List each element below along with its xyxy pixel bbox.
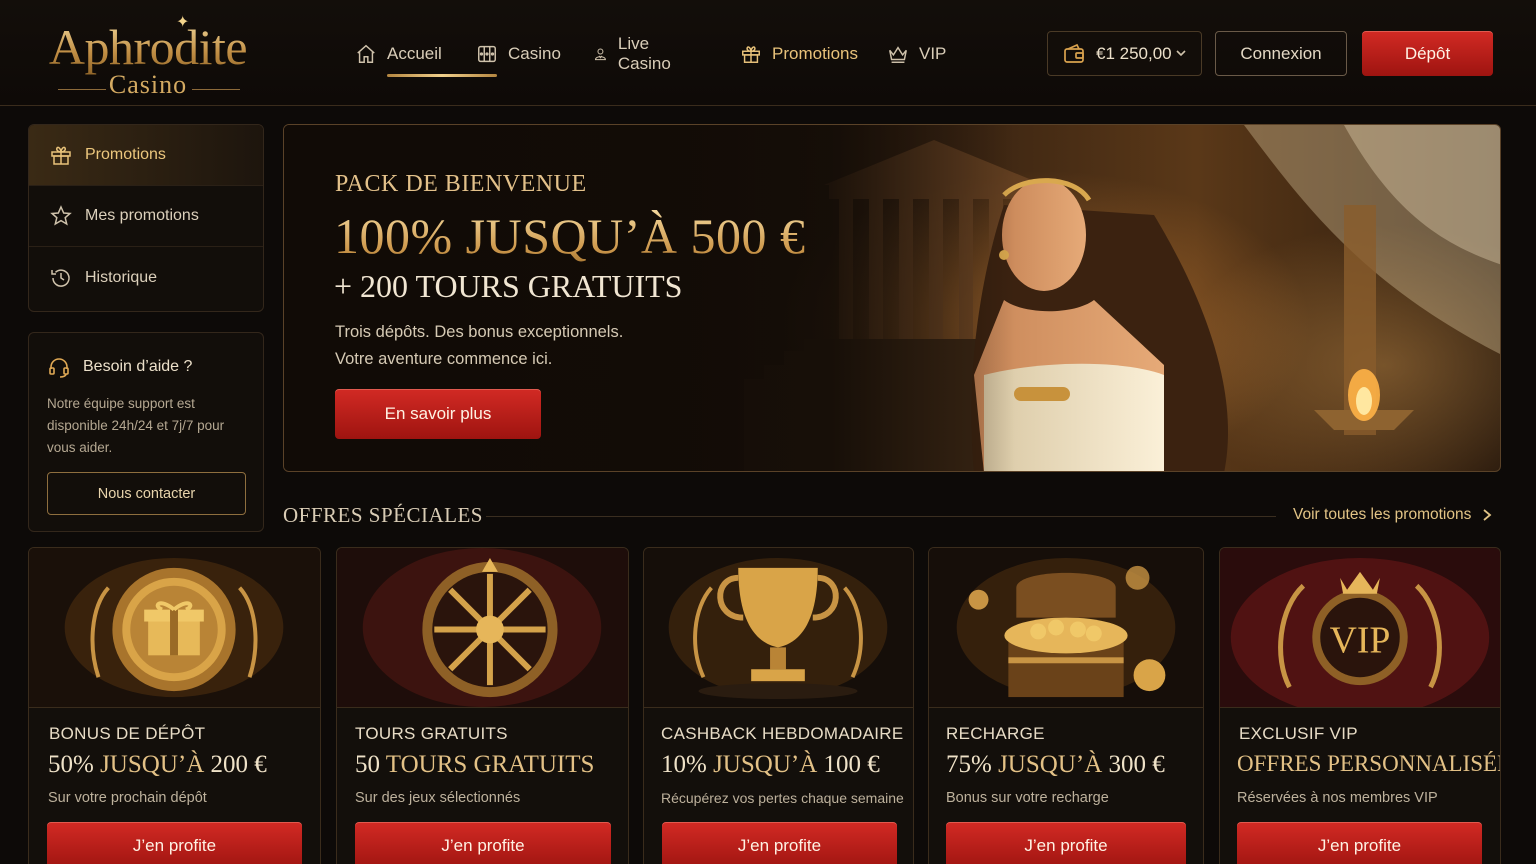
contact-button[interactable]: Nous contacter (47, 472, 246, 515)
gift-icon (742, 46, 760, 63)
offer-value: 10% JUSQU’À 100 € (661, 751, 880, 778)
nav-item-live-casino[interactable]: Live Casino (593, 34, 678, 74)
brand-subtitle: Casino (108, 70, 188, 99)
wallet-balance[interactable]: €1 250,00 (1047, 31, 1202, 76)
offer-value: 75% JUSQU’À 300 € (946, 751, 1165, 778)
offer-label: TOURS GRATUITS (355, 724, 508, 743)
headset-icon (49, 358, 69, 378)
slot-machine-icon (478, 45, 496, 63)
banner-eyebrow: PACK DE BIENVENUE (335, 171, 587, 197)
claim-offer-button[interactable]: J’en profite (47, 822, 302, 864)
claim-offer-button[interactable]: J’en profite (662, 822, 897, 864)
help-panel: Besoin d’aide ? Notre équipe support est… (28, 332, 264, 532)
offer-description: Récupérez vos pertes chaque semaine (661, 790, 904, 806)
top-header: ✦ Aphrodite Casino Accueil Casino Live C… (0, 0, 1536, 106)
offer-card-deposit-bonus: BONUS DE DÉPÔT 50% JUSQU’À 200 € Sur vot… (28, 547, 321, 864)
learn-more-button[interactable]: En savoir plus (335, 389, 541, 439)
section-title: OFFRES SPÉCIALES (283, 503, 483, 527)
logo-divider (192, 89, 240, 90)
balance-amount: €1 250,00 (1096, 43, 1172, 63)
gift-medallion-icon (29, 548, 320, 708)
nav-active-indicator (387, 74, 497, 77)
promotions-sidebar: Promotions Mes promotions Historique (28, 124, 264, 312)
sidebar-item-historique[interactable]: Historique (29, 247, 263, 308)
offer-label: EXCLUSIF VIP (1239, 724, 1358, 743)
offer-card-vip: VIP EXCLUSIF VIP OFFRES PERSONNALISÉES R… (1219, 547, 1501, 864)
sidebar-item-mes-promotions[interactable]: Mes promotions (29, 186, 263, 247)
offer-description: Bonus sur votre recharge (946, 790, 1109, 806)
wallet-icon (1064, 43, 1084, 63)
claim-offer-button[interactable]: J’en profite (355, 822, 611, 864)
offer-value: OFFRES PERSONNALISÉES (1237, 751, 1501, 776)
vip-crest-icon: VIP (1220, 548, 1500, 717)
nav-item-promotions[interactable]: Promotions (740, 34, 858, 74)
dealer-icon (594, 48, 606, 61)
sidebar-item-label: Historique (85, 268, 158, 286)
offer-description: Sur votre prochain dépôt (48, 790, 207, 806)
deposit-button[interactable]: Dépôt (1362, 31, 1493, 76)
gift-icon (51, 146, 71, 165)
welcome-banner: PACK DE BIENVENUE 100% JUSQU’À 500 € + 2… (283, 124, 1501, 472)
help-description: Notre équipe support est disponible 24h/… (47, 396, 225, 455)
brand-name: Aphrodite (30, 18, 266, 76)
offer-label: RECHARGE (946, 724, 1045, 743)
nav-label: VIP (919, 44, 947, 63)
crown-icon (889, 46, 907, 63)
history-icon (51, 268, 70, 287)
banner-title: 100% JUSQU’À 500 € (334, 208, 806, 264)
nav-label: Promotions (772, 44, 858, 63)
offer-card-reload: RECHARGE 75% JUSQU’À 300 € Bonus sur vot… (928, 547, 1204, 864)
wheel-icon (337, 548, 628, 708)
nav-label: Casino (508, 44, 561, 63)
brand-logo[interactable]: ✦ Aphrodite Casino (30, 10, 266, 99)
login-button[interactable]: Connexion (1215, 31, 1347, 76)
sidebar-item-label: Promotions (85, 146, 166, 163)
treasure-chest-icon (929, 548, 1203, 708)
offer-label: BONUS DE DÉPÔT (49, 724, 206, 743)
sidebar-item-label: Mes promotions (85, 207, 199, 224)
nav-label: Accueil (387, 44, 442, 63)
chevron-right-icon (1483, 509, 1492, 521)
home-icon (357, 44, 375, 63)
svg-text:VIP: VIP (1330, 619, 1391, 661)
offer-description: Réservées à nos membres VIP (1237, 790, 1438, 806)
see-all-promotions-link[interactable]: Voir toutes les promotions (1293, 506, 1493, 524)
nav-item-vip[interactable]: VIP (887, 34, 946, 74)
offer-card-cashback: CASHBACK HEBDOMADAIRE 10% JUSQU’À 100 € … (643, 547, 914, 864)
offer-description: Sur des jeux sélectionnés (355, 790, 521, 806)
sidebar-item-promotions[interactable]: Promotions (29, 125, 263, 186)
offer-value: 50 TOURS GRATUITS (355, 751, 595, 778)
banner-subtitle: + 200 TOURS GRATUITS (334, 268, 683, 304)
banner-description: Trois dépôts. Des bonus exceptionnels. V… (335, 323, 624, 368)
offer-value: 50% JUSQU’À 200 € (48, 751, 267, 778)
offer-label: CASHBACK HEBDOMADAIRE (661, 724, 904, 743)
star-icon (50, 205, 72, 226)
nav-label: Live Casino (617, 34, 671, 73)
nav-item-accueil[interactable]: Accueil (355, 34, 442, 74)
offer-card-free-spins: TOURS GRATUITS 50 TOURS GRATUITS Sur des… (336, 547, 629, 864)
claim-offer-button[interactable]: J’en profite (1237, 822, 1482, 864)
claim-offer-button[interactable]: J’en profite (946, 822, 1186, 864)
nav-item-casino[interactable]: Casino (476, 34, 561, 74)
trophy-icon (644, 548, 913, 708)
help-title: Besoin d’aide ? (47, 355, 192, 379)
section-divider (486, 516, 1276, 517)
chevron-down-icon (1176, 50, 1186, 57)
